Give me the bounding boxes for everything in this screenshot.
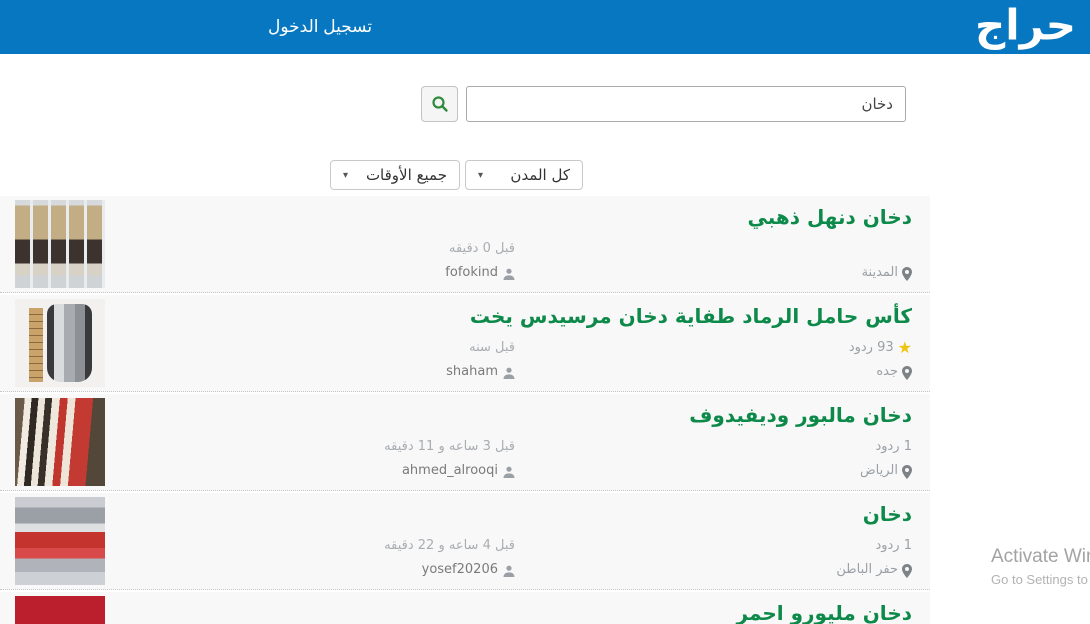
listing-row[interactable]: دخان مالبور وديفيدوف ★ 1 ردود قبل 3 ساعه… (0, 394, 930, 491)
windows-activation-watermark: Activate Windows Go to Settings to activ… (991, 546, 1090, 587)
listing-meta: ★ 1 ردود قبل 4 ساعه و 22 دقيقه حفر الباط… (105, 534, 912, 582)
meta-line-bottom: جده shaham (105, 360, 912, 384)
haraj-logo[interactable]: حراج (975, 1, 1076, 50)
listing-time: قبل 0 دقيقه (449, 237, 515, 261)
listing-username[interactable]: shaham (446, 360, 498, 384)
meta-line-top: ★ 1 ردود قبل 4 ساعه و 22 دقيقه (105, 534, 912, 558)
listing-row[interactable]: دخان دنهل ذهبي ★ قبل 0 دقيقه المدينة (0, 196, 930, 293)
meta-line-top: ★ 93 ردود قبل سنه (105, 336, 912, 360)
listing-location[interactable]: الرياض (860, 459, 898, 483)
time-filter-label: جميع الأوقات (366, 166, 447, 184)
replies-count: 1 ردود (875, 534, 912, 558)
location-pin-icon (902, 267, 912, 281)
listing-username[interactable]: yosef20206 (422, 558, 498, 582)
listing-username[interactable]: fofokind (445, 261, 498, 285)
listing-content: دخان دنهل ذهبي ★ قبل 0 دقيقه المدينة (105, 196, 930, 292)
chevron-down-icon: ▾ (343, 170, 348, 181)
watermark-line2: Go to Settings to activate Windows. (991, 572, 1090, 587)
meta-line-top: ★ قبل 0 دقيقه (105, 237, 912, 261)
meta-line-bottom: المدينة fofokind (105, 261, 912, 285)
listing-username[interactable]: ahmed_alrooqi (402, 459, 498, 483)
watermark-line1: Activate Windows (991, 546, 1090, 568)
replies-count: 93 ردود (849, 336, 894, 360)
listing-meta: ★ قبل 0 دقيقه المدينة (105, 237, 912, 285)
listing-title[interactable]: دخان دنهل ذهبي (105, 205, 912, 229)
top-navbar: حراج تسجيل الدخول (0, 0, 1090, 54)
listing-location[interactable]: حفر الباطن (836, 558, 898, 582)
listing-row[interactable]: دخان مليورو احمر ★ (0, 592, 930, 624)
replies-count: 1 ردود (875, 435, 912, 459)
location-pin-icon (902, 465, 912, 479)
listing-title[interactable]: دخان مالبور وديفيدوف (105, 403, 912, 427)
listing-thumbnail[interactable] (15, 299, 105, 387)
listing-title[interactable]: دخان مليورو احمر (105, 601, 912, 624)
chevron-down-icon: ▾ (478, 170, 483, 181)
listing-thumbnail[interactable] (15, 596, 105, 624)
listing-content: دخان ★ 1 ردود قبل 4 ساعه و 22 دقيقه حفر … (105, 493, 930, 589)
listing-thumbnail[interactable] (15, 398, 105, 486)
page: حراج تسجيل الدخول جميع الأوقات ▾ كل المد… (0, 0, 1090, 624)
person-icon (503, 466, 515, 478)
listing-time: قبل 3 ساعه و 11 دقيقه (384, 435, 515, 459)
listing-location[interactable]: المدينة (862, 261, 898, 285)
listing-title[interactable]: كأس حامل الرماد طفاية دخان مرسيدس يخت (105, 304, 912, 328)
search-button[interactable] (421, 86, 458, 122)
listing-meta: ★ 93 ردود قبل سنه جده (105, 336, 912, 384)
listing-row[interactable]: كأس حامل الرماد طفاية دخان مرسيدس يخت ★ … (0, 295, 930, 392)
listing-meta: ★ 1 ردود قبل 3 ساعه و 11 دقيقه الرياض (105, 435, 912, 483)
listing-title[interactable]: دخان (105, 502, 912, 526)
listing-row[interactable]: دخان ★ 1 ردود قبل 4 ساعه و 22 دقيقه حفر … (0, 493, 930, 590)
filter-bar: جميع الأوقات ▾ كل المدن ▾ (330, 160, 1090, 190)
listing-content: دخان مليورو احمر ★ (105, 592, 930, 624)
time-filter-dropdown[interactable]: جميع الأوقات ▾ (330, 160, 460, 190)
person-icon (503, 268, 515, 280)
city-filter-dropdown[interactable]: كل المدن ▾ (465, 160, 583, 190)
listing-thumbnail[interactable] (15, 200, 105, 288)
meta-line-bottom: حفر الباطن yosef20206 (105, 558, 912, 582)
listing-content: كأس حامل الرماد طفاية دخان مرسيدس يخت ★ … (105, 295, 930, 391)
location-pin-icon (902, 366, 912, 380)
person-icon (503, 367, 515, 379)
location-pin-icon (902, 564, 912, 578)
listing-time: قبل 4 ساعه و 22 دقيقه (384, 534, 515, 558)
search-bar (421, 86, 1090, 122)
star-icon: ★ (898, 336, 912, 360)
meta-line-bottom: الرياض ahmed_alrooqi (105, 459, 912, 483)
search-input[interactable] (466, 86, 906, 122)
login-link[interactable]: تسجيل الدخول (268, 0, 372, 54)
listings: دخان دنهل ذهبي ★ قبل 0 دقيقه المدينة (0, 196, 930, 624)
listing-time: قبل سنه (469, 336, 515, 360)
person-icon (503, 565, 515, 577)
meta-line-top: ★ 1 ردود قبل 3 ساعه و 11 دقيقه (105, 435, 912, 459)
magnifier-icon (431, 95, 449, 113)
listing-location[interactable]: جده (876, 360, 898, 384)
listing-thumbnail[interactable] (15, 497, 105, 585)
listing-content: دخان مالبور وديفيدوف ★ 1 ردود قبل 3 ساعه… (105, 394, 930, 490)
city-filter-label: كل المدن (510, 166, 570, 184)
